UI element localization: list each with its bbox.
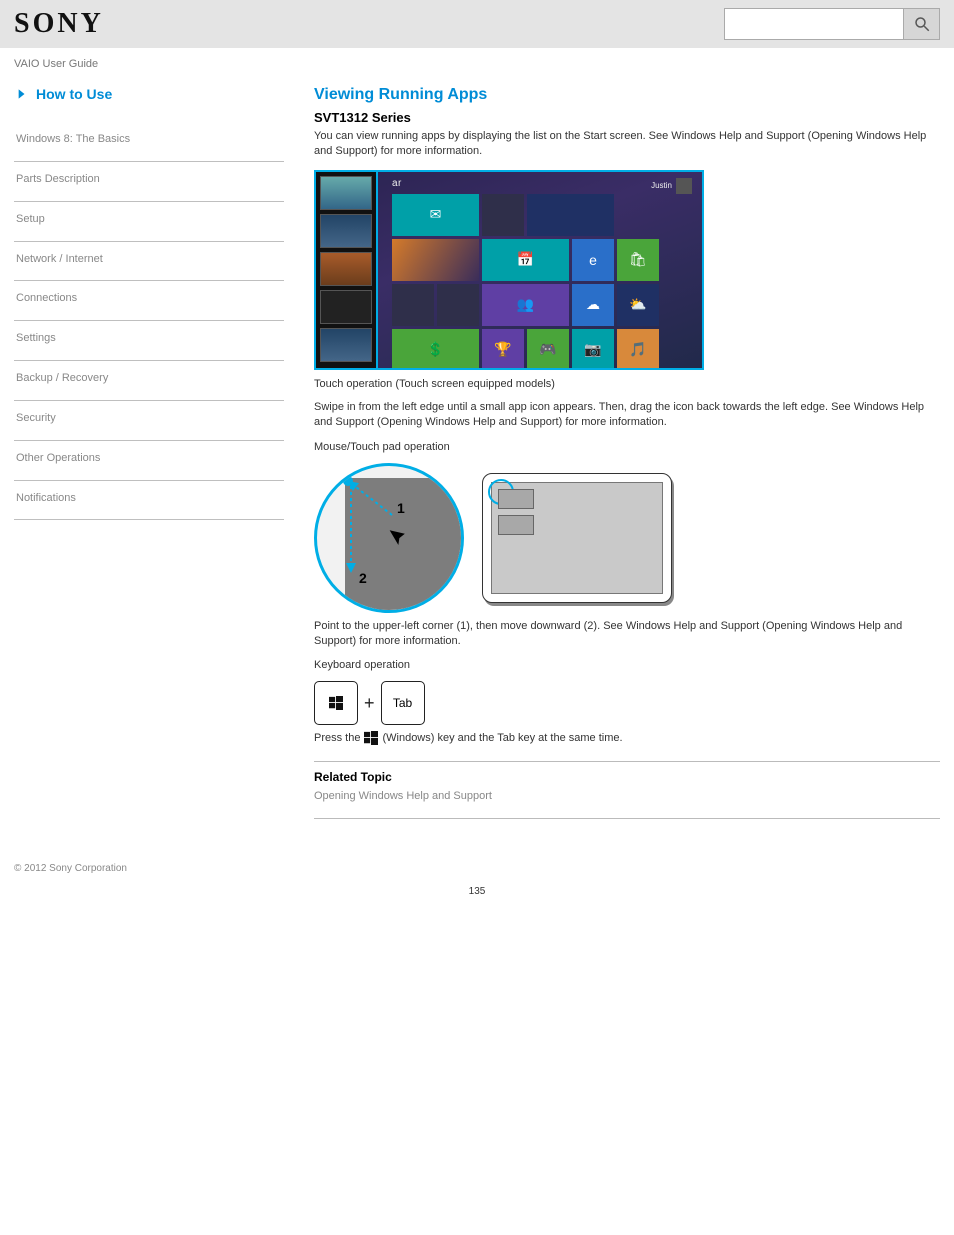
related-topic-link[interactable]: Opening Windows Help and Support <box>314 790 940 802</box>
search-icon <box>913 15 931 33</box>
callout-number-1: 1 <box>397 500 405 516</box>
start-tile: 🎮 <box>527 329 569 370</box>
start-tile: e <box>572 239 614 281</box>
recent-app-thumb <box>320 214 372 248</box>
series-subtitle: SVT1312 Series <box>314 110 940 125</box>
start-tile: ☁ <box>572 284 614 326</box>
page-number: 135 <box>0 880 954 911</box>
app-thumb <box>498 515 534 535</box>
start-tile <box>482 194 524 236</box>
start-tile <box>392 284 434 326</box>
tab-key: Tab <box>381 681 425 725</box>
windows-logo-icon <box>329 696 343 710</box>
start-tile: 📅 <box>482 239 569 281</box>
sidebar-item-backup-recovery[interactable]: Backup / Recovery <box>14 361 284 401</box>
arrow-2-icon <box>345 484 365 574</box>
sidebar-item-windows8-basics[interactable]: Windows 8: The Basics <box>14 122 284 162</box>
sidebar-item-connections[interactable]: Connections <box>14 281 284 321</box>
search-wrap <box>724 8 940 40</box>
keyboard-hint-b: (Windows) key and the Tab key at the sam… <box>382 732 622 744</box>
start-screen-figure: ar Justin ✉📅e🛍👥☁⛅💲🏆🎮📷🎵▶☀ <box>314 170 704 370</box>
mouse-operation-body: Point to the upper-left corner (1), then… <box>314 619 940 650</box>
start-tile: ⛅ <box>617 284 659 326</box>
sidebar-item-other-operations[interactable]: Other Operations <box>14 441 284 481</box>
keyboard-shortcut-figure: + Tab <box>314 681 940 725</box>
sidebar-title-label: How to Use <box>36 86 112 102</box>
touch-operation-heading: Touch operation (Touch screen equipped m… <box>314 378 940 390</box>
sony-logo: SONY <box>14 8 104 40</box>
sidebar-item-network-internet[interactable]: Network / Internet <box>14 242 284 282</box>
recent-apps-strip <box>314 172 378 368</box>
sidebar-item-security[interactable]: Security <box>14 401 284 441</box>
recent-app-thumb <box>320 252 372 286</box>
start-label: ar <box>392 178 402 189</box>
start-tile: 💲 <box>392 329 479 370</box>
tablet-diagram <box>482 473 672 603</box>
start-tile <box>437 284 479 326</box>
sidebar: How to Use Windows 8: The Basics Parts D… <box>14 86 284 827</box>
intro-paragraph: You can view running apps by displaying … <box>314 129 940 160</box>
start-tile: ✉ <box>392 194 479 236</box>
avatar <box>676 178 692 194</box>
keyboard-operation-heading: Keyboard operation <box>314 659 940 671</box>
keyboard-hint-a: Press the <box>314 732 360 744</box>
mouse-operation-heading: Mouse/Touch pad operation <box>314 441 940 453</box>
mouse-operation-figure: 1 2 <box>314 463 940 613</box>
start-tile <box>527 194 614 236</box>
chevron-right-icon <box>14 87 28 101</box>
recent-app-thumb <box>320 290 372 324</box>
keyboard-hint: Press the (Windows) key and the Tab key … <box>314 731 940 745</box>
start-tiles: ✉📅e🛍👥☁⛅💲🏆🎮📷🎵▶☀ <box>392 194 692 358</box>
search-button[interactable] <box>904 8 940 40</box>
search-input[interactable] <box>724 8 904 40</box>
start-tile: 🏆 <box>482 329 524 370</box>
related-topic-heading: Related Topic <box>314 770 940 784</box>
start-user-name: Justin <box>651 181 672 190</box>
sidebar-item-setup[interactable]: Setup <box>14 202 284 242</box>
start-tile: 👥 <box>482 284 569 326</box>
recent-app-thumb <box>320 176 372 210</box>
sidebar-item-notifications[interactable]: Notifications <box>14 481 284 521</box>
sidebar-item-parts-description[interactable]: Parts Description <box>14 162 284 202</box>
recent-app-thumb <box>320 328 372 362</box>
start-tile: 🎵 <box>617 329 659 370</box>
start-tile: 📷 <box>572 329 614 370</box>
windows-key <box>314 681 358 725</box>
sidebar-title: How to Use <box>14 86 284 102</box>
page-title: Viewing Running Apps <box>314 86 940 104</box>
start-tile: 🛍 <box>617 239 659 281</box>
sidebar-item-settings[interactable]: Settings <box>14 321 284 361</box>
header-bar: SONY <box>0 0 954 48</box>
divider <box>314 818 940 819</box>
touch-operation-body: Swipe in from the left edge until a smal… <box>314 400 940 431</box>
app-thumb <box>498 489 534 509</box>
start-user: Justin <box>651 178 692 194</box>
divider <box>314 761 940 762</box>
windows-logo-icon <box>364 731 378 745</box>
callout-number-2: 2 <box>359 570 367 586</box>
copyright: © 2012 Sony Corporation <box>0 857 954 880</box>
main-content: Viewing Running Apps SVT1312 Series You … <box>314 86 940 827</box>
breadcrumb: VAIO User Guide <box>0 48 954 76</box>
start-tile <box>392 239 479 281</box>
plus-icon: + <box>364 693 375 714</box>
zoom-corner-circle: 1 2 <box>314 463 464 613</box>
